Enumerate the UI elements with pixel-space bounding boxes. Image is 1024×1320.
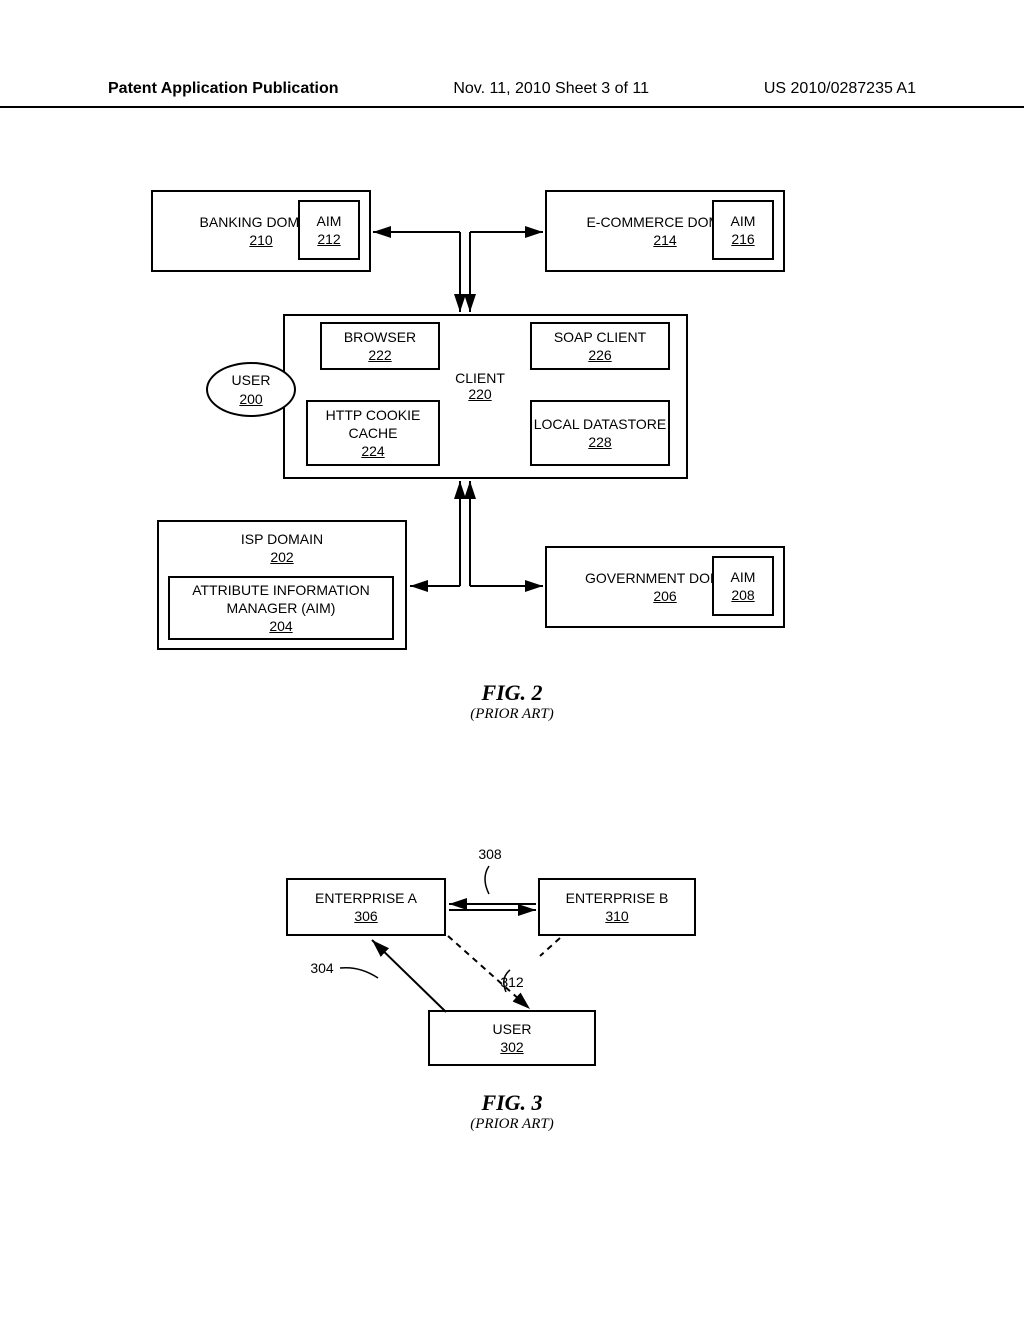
soap-title: SOAP CLIENT [554,328,646,346]
datastore-num: 228 [588,433,611,451]
banking-aim-title: AIM [317,212,342,230]
gov-aim-num: 208 [731,586,754,604]
header-center: Nov. 11, 2010 Sheet 3 of 11 [453,80,649,98]
fig3-user-title: USER [493,1020,532,1038]
enterprise-a-box: ENTERPRISE A 306 [286,878,446,936]
ecommerce-aim-num: 216 [731,230,754,248]
aim-full-num: 204 [269,617,292,635]
header-right: US 2010/0287235 A1 [764,80,916,98]
gov-aim-title: AIM [731,568,756,586]
enterprise-b-box: ENTERPRISE B 310 [538,878,696,936]
enterprise-b-title: ENTERPRISE B [566,889,669,907]
isp-title: ISP DOMAIN [241,530,323,548]
datastore-title: LOCAL DATASTORE [534,415,667,433]
client-label: CLIENT 220 [440,370,520,402]
fig3-user-num: 302 [500,1038,523,1056]
aim-full-box: ATTRIBUTE INFORMATION MANAGER (AIM) 204 [168,576,394,640]
enterprise-b-num: 310 [605,907,628,925]
enterprise-a-title: ENTERPRISE A [315,889,417,907]
user-num: 200 [239,390,262,408]
ref-312: 312 [492,974,532,990]
cookie-num: 224 [361,442,384,460]
banking-aim-box: AIM 212 [298,200,360,260]
fig2-caption: FIG. 2 (PRIOR ART) [0,680,1024,723]
fig3-caption: FIG. 3 (PRIOR ART) [0,1090,1024,1133]
browser-box: BROWSER 222 [320,322,440,370]
ref-308: 308 [470,846,510,862]
enterprise-a-num: 306 [354,907,377,925]
browser-title: BROWSER [344,328,416,346]
ecommerce-aim-box: AIM 216 [712,200,774,260]
aim-full-title: ATTRIBUTE INFORMATION MANAGER (AIM) [170,581,392,617]
gov-aim-box: AIM 208 [712,556,774,616]
cookie-box: HTTP COOKIE CACHE 224 [306,400,440,466]
user-title: USER [232,371,271,389]
fig3-user-box: USER 302 [428,1010,596,1066]
soap-box: SOAP CLIENT 226 [530,322,670,370]
header-left: Patent Application Publication [108,80,339,98]
banking-aim-num: 212 [317,230,340,248]
ref-304: 304 [302,960,342,976]
page-header: Patent Application Publication Nov. 11, … [0,80,1024,108]
browser-num: 222 [368,346,391,364]
user-ellipse: USER 200 [206,362,296,417]
soap-num: 226 [588,346,611,364]
isp-num: 202 [270,548,293,566]
datastore-box: LOCAL DATASTORE 228 [530,400,670,466]
cookie-title: HTTP COOKIE CACHE [308,406,438,442]
ecommerce-aim-title: AIM [731,212,756,230]
